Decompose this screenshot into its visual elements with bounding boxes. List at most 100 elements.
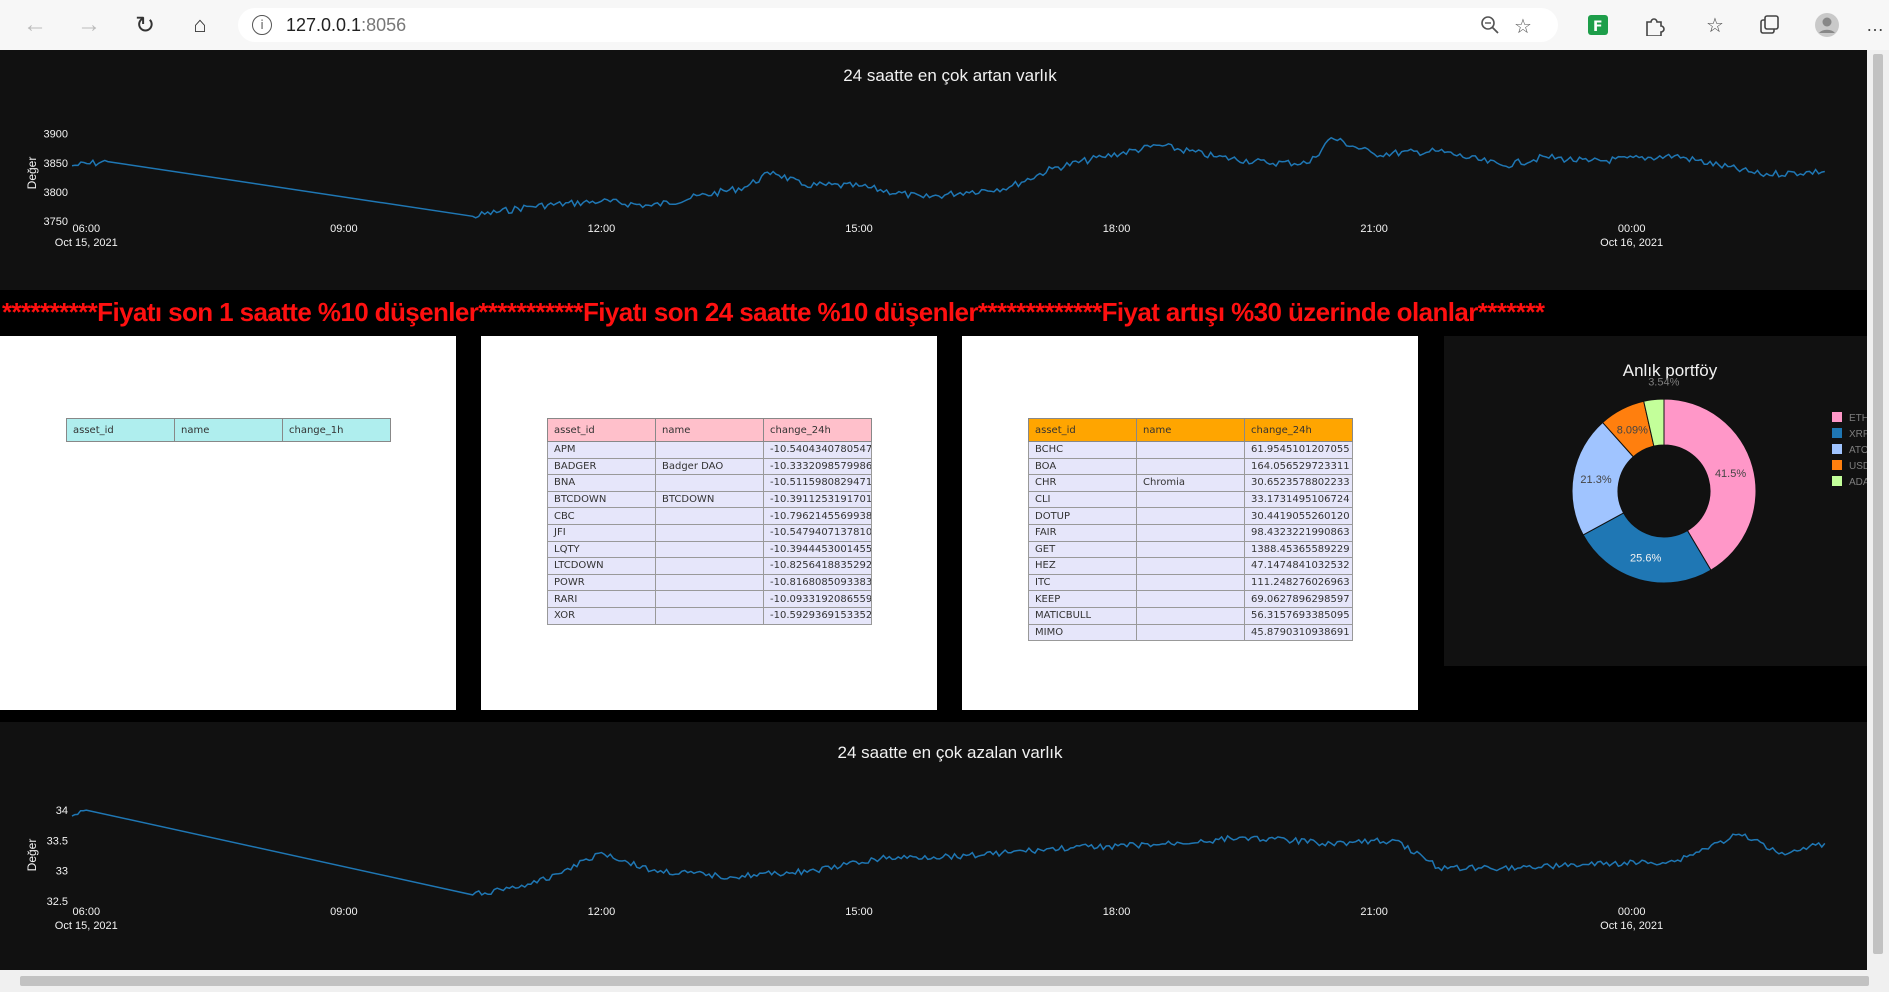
table-cell[interactable]: -10.5929369153352 xyxy=(763,606,872,625)
table-row[interactable]: RARI -10.0933192086559 xyxy=(547,590,872,608)
column-header-change_1h[interactable]: change_1h xyxy=(282,418,391,442)
more-icon[interactable]: … xyxy=(1862,12,1888,38)
favorites-icon[interactable]: ☆ xyxy=(1702,12,1728,38)
table-cell[interactable]: 30.6523578802233 xyxy=(1244,474,1353,492)
table-row[interactable]: BCHC 61.9545101207055 xyxy=(1028,441,1353,459)
column-header-name[interactable]: name xyxy=(1136,418,1245,442)
table-row[interactable]: DOTUP 30.4419055260120 xyxy=(1028,507,1353,525)
table-cell[interactable]: BADGER xyxy=(547,457,656,476)
forward-icon[interactable]: → xyxy=(74,10,104,40)
table-cell[interactable]: -10.3332098579986 xyxy=(763,457,872,476)
table-cell[interactable]: HEZ xyxy=(1028,557,1137,575)
table-cell[interactable]: 33.1731495106724 xyxy=(1244,490,1353,509)
table-row[interactable]: HEZ 47.1474841032532 xyxy=(1028,557,1353,575)
table-row[interactable]: XOR -10.5929369153352 xyxy=(547,606,872,625)
info-icon[interactable]: i xyxy=(252,15,272,35)
table-cell[interactable]: CBC xyxy=(547,507,656,525)
column-header-name[interactable]: name xyxy=(655,418,764,442)
table-row[interactable]: BOA 164.056529723311 xyxy=(1028,457,1353,476)
table-row[interactable]: BNA -10.5115980829471 xyxy=(547,474,872,492)
table-cell[interactable]: Chromia xyxy=(1136,474,1245,492)
extension-icon[interactable]: F xyxy=(1585,12,1611,38)
table-cell[interactable]: XOR xyxy=(547,606,656,625)
table-row[interactable]: LTCDOWN -10.8256418835292 xyxy=(547,557,872,575)
table-cell[interactable] xyxy=(655,590,764,608)
table-cell[interactable] xyxy=(1136,557,1245,575)
table-cell[interactable]: 111.248276026963 xyxy=(1244,573,1353,592)
zoom-icon[interactable] xyxy=(1480,15,1500,35)
table-cell[interactable]: KEEP xyxy=(1028,590,1137,608)
table-row[interactable]: CHR Chromia 30.6523578802233 xyxy=(1028,474,1353,492)
table-row[interactable]: KEEP 69.0627896298597 xyxy=(1028,590,1353,608)
table-row[interactable]: BADGER Badger DAO -10.3332098579986 xyxy=(547,457,872,476)
table-cell[interactable]: 47.1474841032532 xyxy=(1244,557,1353,575)
table-row[interactable]: FAIR 98.4323221990863 xyxy=(1028,523,1353,542)
table-row[interactable]: BTCDOWN BTCDOWN -10.3911253191701 xyxy=(547,490,872,509)
table-cell[interactable]: -10.7962145569938 xyxy=(763,507,872,525)
table-cell[interactable]: BNA xyxy=(547,474,656,492)
table-row[interactable]: JFI -10.5479407137810 xyxy=(547,523,872,542)
back-icon[interactable]: ← xyxy=(20,10,50,40)
table-cell[interactable]: CLI xyxy=(1028,490,1137,509)
extensions-icon[interactable] xyxy=(1641,12,1667,38)
horizontal-scrollbar[interactable] xyxy=(0,970,1889,992)
vertical-scrollbar[interactable] xyxy=(1867,50,1889,970)
table-row[interactable]: APM -10.5404340780547 xyxy=(547,441,872,459)
table-cell[interactable]: BTCDOWN xyxy=(547,490,656,509)
column-header-change_24h[interactable]: change_24h xyxy=(763,418,872,442)
table-cell[interactable]: Badger DAO xyxy=(655,457,764,476)
table-cell[interactable] xyxy=(655,474,764,492)
table-row[interactable]: CBC -10.7962145569938 xyxy=(547,507,872,525)
table-cell[interactable] xyxy=(1136,441,1245,459)
table-row[interactable]: ITC 111.248276026963 xyxy=(1028,573,1353,592)
table-cell[interactable]: 61.9545101207055 xyxy=(1244,441,1353,459)
table-cell[interactable] xyxy=(655,507,764,525)
profile-icon[interactable] xyxy=(1814,12,1840,38)
column-header-name[interactable]: name xyxy=(174,418,283,442)
vertical-scroll-thumb[interactable] xyxy=(1873,54,1883,954)
table-cell[interactable]: DOTUP xyxy=(1028,507,1137,525)
table-cell[interactable] xyxy=(1136,573,1245,592)
table-cell[interactable]: -10.5115980829471 xyxy=(763,474,872,492)
table-cell[interactable] xyxy=(1136,590,1245,608)
column-header-change_24h[interactable]: change_24h xyxy=(1244,418,1353,442)
horizontal-scroll-thumb[interactable] xyxy=(20,976,1869,986)
table-cell[interactable]: 98.4323221990863 xyxy=(1244,523,1353,542)
table-cell[interactable] xyxy=(655,441,764,459)
table-row[interactable]: LQTY -10.3944453001455 xyxy=(547,540,872,559)
table-cell[interactable] xyxy=(655,540,764,559)
table-cell[interactable]: -10.5404340780547 xyxy=(763,441,872,459)
table-row[interactable]: POWR -10.8168085093383 xyxy=(547,573,872,592)
column-header-asset_id[interactable]: asset_id xyxy=(1028,418,1137,442)
table-cell[interactable]: LQTY xyxy=(547,540,656,559)
table-cell[interactable]: MIMO xyxy=(1028,623,1137,642)
table-cell[interactable]: -10.8256418835292 xyxy=(763,557,872,575)
table-row[interactable]: MIMO 45.8790310938691 xyxy=(1028,623,1353,642)
add-favorite-icon[interactable]: ☆ xyxy=(1514,14,1538,38)
table-cell[interactable]: ITC xyxy=(1028,573,1137,592)
table-cell[interactable] xyxy=(1136,507,1245,525)
table-cell[interactable] xyxy=(1136,523,1245,542)
table-cell[interactable] xyxy=(655,557,764,575)
table-cell[interactable] xyxy=(1136,540,1245,559)
table-cell[interactable] xyxy=(1136,457,1245,476)
table-cell[interactable]: -10.5479407137810 xyxy=(763,523,872,542)
table-cell[interactable]: -10.0933192086559 xyxy=(763,590,872,608)
table-cell[interactable]: 164.056529723311 xyxy=(1244,457,1353,476)
table-cell[interactable] xyxy=(1136,623,1245,642)
legend-label[interactable]: ETH xyxy=(1849,413,1869,424)
home-icon[interactable]: ⌂ xyxy=(185,10,215,40)
table-cell[interactable]: RARI xyxy=(547,590,656,608)
collections-icon[interactable] xyxy=(1756,12,1782,38)
table-cell[interactable]: -10.3911253191701 xyxy=(763,490,872,509)
table-cell[interactable] xyxy=(1136,606,1245,625)
table-row[interactable]: MATICBULL 56.3157693385095 xyxy=(1028,606,1353,625)
table-row[interactable]: CLI 33.1731495106724 xyxy=(1028,490,1353,509)
table-cell[interactable]: FAIR xyxy=(1028,523,1137,542)
table-cell[interactable]: 30.4419055260120 xyxy=(1244,507,1353,525)
table-cell[interactable]: JFI xyxy=(547,523,656,542)
refresh-icon[interactable]: ↻ xyxy=(130,10,160,40)
column-header-asset_id[interactable]: asset_id xyxy=(66,418,175,442)
table-cell[interactable]: BOA xyxy=(1028,457,1137,476)
table-cell[interactable] xyxy=(655,523,764,542)
